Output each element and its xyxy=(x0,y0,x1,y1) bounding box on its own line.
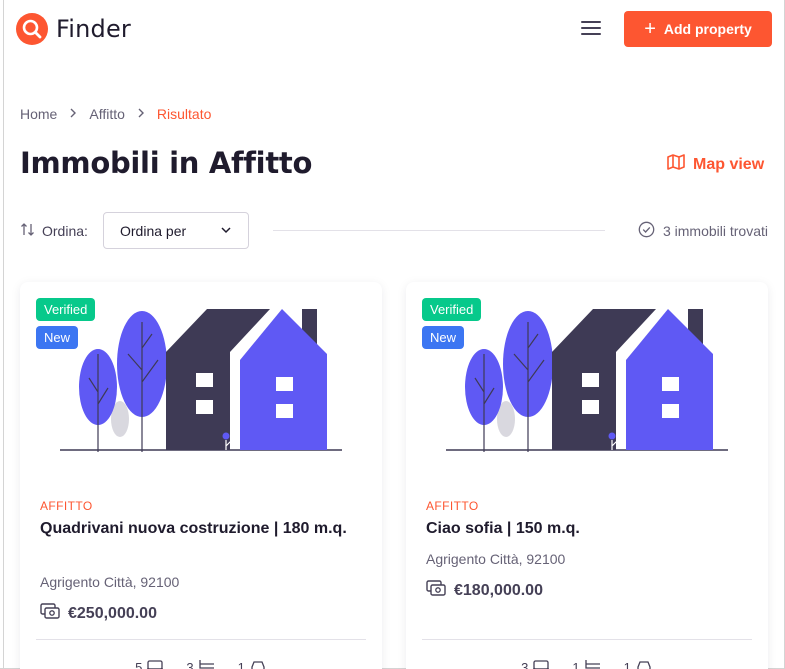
listing-type: AFFITTO xyxy=(426,499,479,513)
cars-count: 1 xyxy=(237,660,245,669)
card-divider xyxy=(422,639,752,640)
chevron-right-icon xyxy=(135,106,147,122)
listing-type: AFFITTO xyxy=(40,499,93,513)
breadcrumb-current: Risultato xyxy=(156,106,212,122)
plus-icon: + xyxy=(644,18,656,40)
listing-location: Agrigento Città, 92100 xyxy=(40,574,180,590)
menu-icon[interactable] xyxy=(579,18,603,40)
page-title: Immobili in Affitto xyxy=(20,146,313,180)
new-badge: New xyxy=(36,326,79,349)
listing-price: €250,000.00 xyxy=(40,602,157,625)
property-card[interactable]: Verified New AFFITTO Ciao sofia | 150 m.… xyxy=(406,282,768,669)
verified-badge: Verified xyxy=(422,298,482,321)
navbar: Finder + Add property xyxy=(0,0,785,60)
cash-icon xyxy=(426,579,446,602)
breadcrumb-home[interactable]: Home xyxy=(20,106,57,122)
beds-count: 5 xyxy=(135,660,143,669)
baths-stat: 1 xyxy=(572,659,601,669)
listing-price-value: €250,000.00 xyxy=(68,604,157,622)
baths-stat: 3 xyxy=(186,659,215,669)
listing-price: €180,000.00 xyxy=(426,579,543,602)
card-divider xyxy=(36,639,366,640)
property-card[interactable]: Verified New AFFITTO Quadrivani nuova co… xyxy=(20,282,382,669)
cars-stat: 1 xyxy=(624,659,653,669)
cash-icon xyxy=(40,602,60,625)
sort-label-text: Ordina: xyxy=(42,223,88,239)
listing-price-value: €180,000.00 xyxy=(454,581,543,599)
window-border-left xyxy=(3,0,4,669)
listing-title[interactable]: Ciao sofia | 150 m.q. xyxy=(426,517,746,541)
breadcrumb: Home Affitto Risultato xyxy=(20,106,211,122)
baths-count: 1 xyxy=(572,660,580,669)
beds-stat: 3 xyxy=(521,659,550,669)
add-property-button[interactable]: + Add property xyxy=(624,11,772,47)
bed-icon xyxy=(146,659,164,669)
logo[interactable]: Finder xyxy=(16,13,131,45)
verified-badge: Verified xyxy=(36,298,96,321)
add-property-label: Add property xyxy=(663,21,752,37)
bath-icon xyxy=(584,659,602,669)
chevron-down-icon xyxy=(220,223,232,239)
cars-stat: 1 xyxy=(238,659,267,669)
listing-title[interactable]: Quadrivani nuova costruzione | 180 m.q. xyxy=(40,517,360,541)
car-icon xyxy=(635,659,653,669)
listing-location: Agrigento Città, 92100 xyxy=(426,551,566,567)
listing-features: 5 3 1 xyxy=(20,659,382,669)
map-icon xyxy=(667,154,685,175)
logo-text: Finder xyxy=(56,15,132,43)
search-icon xyxy=(16,13,48,45)
beds-count: 3 xyxy=(521,660,529,669)
baths-count: 3 xyxy=(186,660,194,669)
divider xyxy=(273,230,605,231)
new-badge: New xyxy=(422,326,465,349)
sort-icon xyxy=(20,222,35,240)
results-count-text: 3 immobili trovati xyxy=(662,223,768,239)
check-circle-icon xyxy=(638,221,655,241)
listing-features: 3 1 1 xyxy=(406,659,768,669)
map-view-link[interactable]: Map view xyxy=(667,154,764,175)
sort-select-value: Ordina per xyxy=(120,222,187,239)
sort-label: Ordina: xyxy=(20,222,88,240)
chevron-right-icon xyxy=(67,106,79,122)
car-icon xyxy=(249,659,267,669)
sort-bar: Ordina: Ordina per 3 immobili trovati xyxy=(20,212,768,250)
breadcrumb-affitto[interactable]: Affitto xyxy=(89,106,125,122)
sort-select[interactable]: Ordina per xyxy=(103,212,249,249)
cars-count: 1 xyxy=(623,660,631,669)
bath-icon xyxy=(198,659,216,669)
bed-icon xyxy=(532,659,550,669)
results-count: 3 immobili trovati xyxy=(638,221,768,241)
map-view-label: Map view xyxy=(693,155,765,173)
beds-stat: 5 xyxy=(135,659,164,669)
